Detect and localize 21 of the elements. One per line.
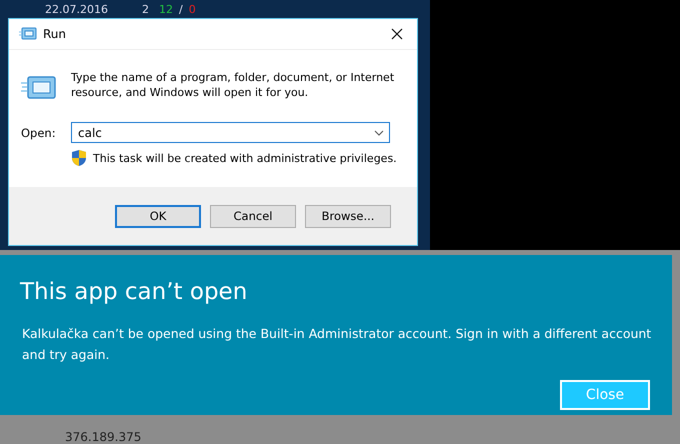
window-title: Run <box>43 27 68 41</box>
instruction-text: Type the name of a program, folder, document, or Internet resource, and Windows will open it for you. <box>71 70 396 100</box>
error-message: Kalkulačka can’t be opened using the Built-in Administrator account. Sign in with a different account and try again. <box>22 325 652 364</box>
dropdown-icon[interactable] <box>374 130 384 136</box>
table-cell: 2 <box>142 3 149 16</box>
open-label: Open: <box>21 126 57 140</box>
admin-note: This task will be created with administrative privileges. <box>93 152 397 164</box>
run-icon <box>21 74 57 102</box>
table-cell: 0 <box>188 3 196 16</box>
error-title: This app can’t open <box>20 279 248 305</box>
table-cell: 376.189.375 <box>65 430 142 444</box>
dialog-button[interactable]: Browse... <box>305 204 391 228</box>
table-cell: 22.07.2016 <box>45 3 108 16</box>
dialog-button[interactable]: Cancel <box>210 204 296 228</box>
close-icon <box>391 28 403 40</box>
shield-icon <box>71 149 87 167</box>
open-combo-box[interactable]: calc <box>71 122 390 143</box>
run-icon <box>19 27 37 41</box>
table-cell: 12 <box>158 3 173 16</box>
table-cell: / <box>178 3 183 16</box>
dialog-button[interactable]: OK <box>115 204 201 228</box>
